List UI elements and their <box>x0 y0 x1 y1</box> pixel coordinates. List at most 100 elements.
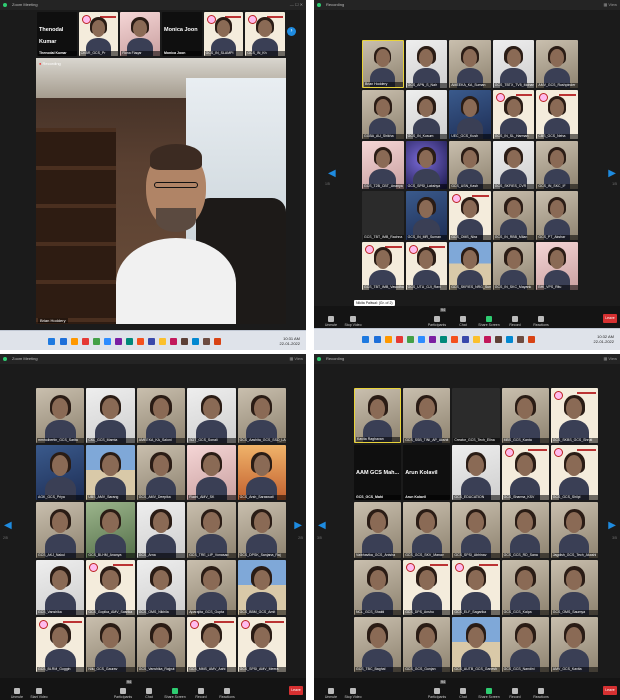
taskbar-app-icon[interactable] <box>82 338 89 345</box>
participant-tile[interactable]: GCS_ELF_Sagarika <box>452 559 500 615</box>
record-button[interactable]: Record <box>504 316 526 327</box>
participant-tile[interactable]: GCS_DPS_Anshu <box>403 559 451 615</box>
taskbar-app-icon[interactable] <box>429 336 436 343</box>
participant-tile[interactable]: GCS_TBT_IMB_Vasudha <box>362 241 404 290</box>
next-page-arrow[interactable]: ▶ <box>608 520 616 531</box>
participant-tile[interactable]: GCS_UTU_GJI_Ravi <box>405 241 448 290</box>
participant-tile[interactable]: GCS_AMV_Deepika <box>136 445 186 501</box>
participant-tile[interactable]: AMV_GCS_Rushpinder <box>536 40 578 89</box>
participant-tile[interactable]: GCS_IN_SL_Harman <box>492 90 535 139</box>
video-camera-button[interactable]: Stop Video <box>342 316 364 327</box>
participant-tile[interactable]: GCS_Aashita_GCS_SSD_LAMA <box>237 388 286 444</box>
strip-tile[interactable]: GCS_IN_Kh <box>245 12 285 56</box>
participant-tile[interactable]: GCS_SPSI_AMV_Meera <box>237 616 286 672</box>
taskbar-app-icon[interactable] <box>115 338 122 345</box>
participant-tile[interactable]: Aparajita_GCS_Gupta <box>187 559 236 615</box>
participant-tile[interactable]: GCS_IN_Kusum <box>405 90 448 139</box>
participant-tile[interactable]: Arun Kolavil Arun Kolavil <box>403 445 451 501</box>
strip-tile[interactable]: Thenodal Kumar Thenodal Kumar <box>37 12 77 56</box>
participant-tile[interactable]: GCS_BLRM_Guggin <box>36 616 85 672</box>
taskbar-app-icon[interactable] <box>71 338 78 345</box>
participant-tile[interactable]: GCS_GCS_RD_Sana <box>501 502 549 558</box>
participant-tile[interactable]: GCS_TRE_LIP_Vonasad <box>187 502 236 558</box>
microphone-button[interactable]: Unmute <box>320 688 342 699</box>
chat-button[interactable]: Chat <box>138 688 160 699</box>
participant-tile[interactable]: UBS_AMV_Sarang <box>86 445 135 501</box>
taskbar-app-icon[interactable] <box>517 336 524 343</box>
participant-tile[interactable]: GCS_Arsh_Saraswati <box>237 445 286 501</box>
previous-page-arrow[interactable]: ◀ <box>318 520 326 531</box>
participant-tile[interactable]: GCS_GCS_Gunjan <box>403 616 451 672</box>
taskbar-app-icon[interactable] <box>60 338 67 345</box>
leave-button[interactable]: Leave <box>289 686 303 695</box>
taskbar-app-icon[interactable] <box>484 336 491 343</box>
windows-start-icon[interactable] <box>48 338 55 345</box>
participant-tile[interactable]: GCS_IN_SKC_Mayank <box>492 241 535 290</box>
participants-button[interactable]: Participants <box>426 688 448 699</box>
participant-tile[interactable]: GCS_TBT_IMB_Rachna <box>362 191 404 240</box>
window-controls[interactable]: — ☐ ✕ <box>290 0 303 10</box>
participant-tile[interactable]: UEC_GCS_Kush <box>449 90 491 139</box>
participant-tile[interactable]: GCS_IN_RBB_Milan <box>492 191 535 240</box>
participant-tile[interactable]: GCS_BLHM_Ananya <box>86 502 135 558</box>
participant-tile[interactable]: GCS_USN_Kash <box>449 140 491 190</box>
participant-tile[interactable]: GCS_Vanshika <box>36 559 85 615</box>
video-camera-button[interactable]: Stop Video <box>342 688 364 699</box>
participant-tile[interactable]: GCS_OMS_Nira <box>449 191 491 240</box>
taskbar-app-icon[interactable] <box>214 338 221 345</box>
participant-tile[interactable]: GCS_IN_SKC_IF <box>536 140 578 190</box>
reactions-button[interactable]: Reactions <box>530 316 552 327</box>
taskbar-app-icon[interactable] <box>451 336 458 343</box>
participant-tile[interactable]: GCS_APN_S_Nair <box>405 40 448 89</box>
view-toggle[interactable]: ▦ View <box>604 354 618 364</box>
participant-tile[interactable]: GCS_SKFIES_NRG_Sunil <box>449 241 491 290</box>
taskbar-app-icon[interactable] <box>181 338 188 345</box>
taskbar-app-icon[interactable] <box>495 336 502 343</box>
video-camera-button[interactable]: Start Video <box>28 688 50 699</box>
taskbar-app-icon[interactable] <box>93 338 100 345</box>
participant-tile[interactable]: GCS_MMS_AMV_Aahi <box>187 616 236 672</box>
participant-tile[interactable]: GCS_BBM_GCS_Amit <box>237 559 286 615</box>
participant-tile[interactable]: GCS_IN_MR_Suman <box>405 191 448 240</box>
taskbar-app-icon[interactable] <box>374 336 381 343</box>
participant-tile[interactable]: CKL_GCS_Mamta <box>86 388 135 444</box>
share-screen-button[interactable]: Share Screen <box>478 316 500 327</box>
participant-tile[interactable]: NCL_GCS_Shakti <box>354 559 402 615</box>
participant-tile[interactable]: GCS_GCS_Shilpi <box>550 445 598 501</box>
participant-tile[interactable]: MBS_GCS_Kanta <box>501 388 549 444</box>
taskbar-app-icon[interactable] <box>440 336 447 343</box>
strip-tile[interactable]: Monica Joon Monica Joon <box>162 12 202 56</box>
participant-tile[interactable]: GCS_OMS_Saumya <box>550 559 598 615</box>
participant-tile[interactable]: GCS_SSB_TINI_AP_Akshit <box>403 388 451 444</box>
strip-next-button[interactable]: › <box>287 27 296 36</box>
participant-tile[interactable]: mmholbertin_GCS_Sarita <box>36 388 85 444</box>
participant-tile[interactable]: GCS_Sharma_KSV <box>501 445 549 501</box>
strip-tile[interactable]: GCS_IN_SLAMPI <box>203 12 244 56</box>
participant-tile[interactable]: Ruchi_AMV_SK <box>187 445 236 501</box>
participant-tile[interactable]: Nilu_GCS_Gaurav <box>86 616 135 672</box>
taskbar-app-icon[interactable] <box>407 336 414 343</box>
taskbar-app-icon[interactable] <box>385 336 392 343</box>
participant-tile[interactable]: GCS_SKBS_GCS_Shruti <box>550 388 598 444</box>
reactions-button[interactable]: Reactions <box>530 688 552 699</box>
windows-start-icon[interactable] <box>362 336 369 343</box>
participant-tile[interactable]: GCS_SKFIES_CVR <box>492 140 535 190</box>
chat-button[interactable]: Chat <box>452 688 474 699</box>
participant-tile[interactable]: GCS_Arna <box>136 502 186 558</box>
participant-tile[interactable]: GCS_GCS_Nandini <box>501 616 549 672</box>
participant-tile[interactable]: CBS_GCS_Neha <box>536 90 578 139</box>
participant-tile[interactable]: GGBA_AU_Shikha <box>362 90 404 139</box>
participants-button[interactable]: Participants <box>112 688 134 699</box>
taskbar-app-icon[interactable] <box>148 338 155 345</box>
taskbar-app-icon[interactable] <box>462 336 469 343</box>
next-page-arrow[interactable]: ▶ <box>608 168 616 179</box>
participant-tile[interactable]: GCS_GCS_SKV_Manav <box>403 502 451 558</box>
participant-tile[interactable]: GCS_AUTB_GCS_Ganesh <box>452 616 500 672</box>
participant-tile[interactable]: GCS_PT_Akshar <box>536 191 578 240</box>
participant-tile[interactable]: GCS_Vanshika_Rajput <box>136 616 186 672</box>
share-screen-button[interactable]: Share Screen <box>478 688 500 699</box>
taskbar-app-icon[interactable] <box>159 338 166 345</box>
strip-tile[interactable]: CKBR_GCS_Pr <box>78 12 119 56</box>
participant-tile[interactable]: Jagdish_GCS_Tech_Akashi <box>550 502 598 558</box>
participant-tile[interactable]: GCS_TBTX_TV5_Mohan <box>492 40 535 89</box>
